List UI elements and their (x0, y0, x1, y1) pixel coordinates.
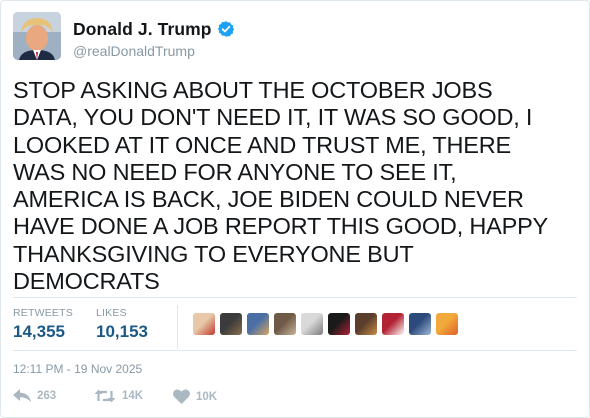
tweet-text: STOP ASKING ABOUT THE OCTOBER JOBS DATA,… (13, 77, 549, 295)
likers-avatars (193, 313, 463, 335)
likes-value: 10,153 (96, 322, 148, 341)
liker-avatar-3[interactable] (247, 313, 269, 335)
display-name[interactable]: Donald J. Trump (73, 19, 212, 40)
liker-avatar-8[interactable] (382, 313, 404, 335)
likes-label: LIKES (96, 307, 127, 319)
retweet-count: 14K (122, 390, 144, 402)
reply-button[interactable]: 263 (13, 389, 56, 403)
timestamp[interactable]: 12:11 PM - 19 Nov 2025 (13, 362, 142, 376)
name-row: Donald J. Trump (73, 17, 235, 41)
liker-avatar-10[interactable] (436, 313, 458, 335)
like-count: 10K (196, 390, 218, 403)
likes-stat[interactable]: LIKES 10,153 (96, 307, 148, 342)
reply-icon (13, 389, 31, 402)
profile-photo-icon (13, 12, 61, 60)
liker-avatar-4[interactable] (274, 313, 296, 335)
avatar[interactable] (13, 12, 61, 60)
stats-separator (177, 305, 178, 349)
liker-avatar-1[interactable] (193, 313, 215, 335)
liker-avatar-9[interactable] (409, 313, 431, 335)
retweets-label: RETWEETS (13, 307, 73, 319)
retweets-stat[interactable]: RETWEETS 14,355 (13, 307, 73, 342)
retweets-value: 14,355 (13, 322, 65, 341)
like-button[interactable]: 10K (173, 389, 217, 404)
liker-avatar-2[interactable] (220, 313, 242, 335)
liker-avatar-7[interactable] (355, 313, 377, 335)
heart-icon (173, 389, 190, 404)
divider (13, 350, 577, 351)
reply-count: 263 (37, 390, 57, 402)
verified-badge-icon (217, 21, 234, 37)
retweet-icon (94, 389, 116, 403)
divider (13, 297, 577, 298)
handle[interactable]: @realDonaldTrump (73, 43, 195, 59)
liker-avatar-5[interactable] (301, 313, 323, 335)
tweet-card: Donald J. Trump @realDonaldTrump STOP AS… (0, 0, 590, 418)
liker-avatar-6[interactable] (328, 313, 350, 335)
retweet-button[interactable]: 14K (94, 389, 143, 403)
